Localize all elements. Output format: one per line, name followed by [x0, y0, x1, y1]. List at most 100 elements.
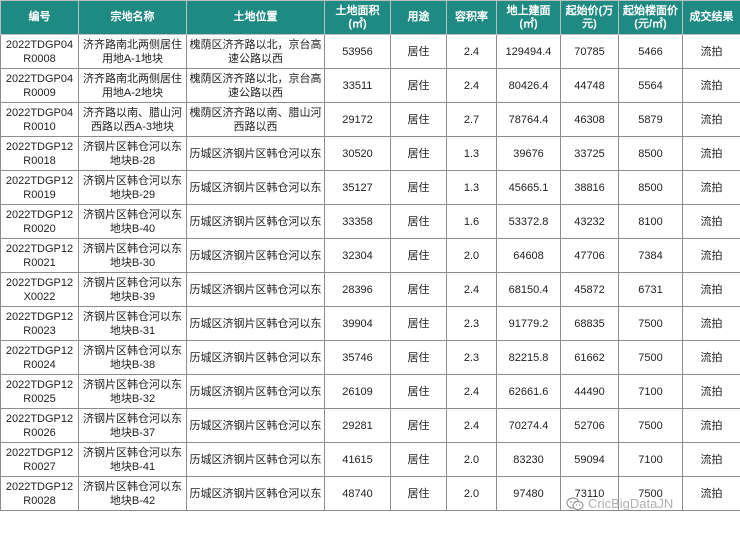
land-area-cell: 28396: [324, 272, 391, 307]
parcel-location-cell: 槐荫区济齐路以北，京台高速公路以西: [186, 68, 325, 103]
start-price-cell: 47706: [560, 238, 619, 273]
deal-result-cell: 流拍: [682, 272, 740, 307]
parcel-id-cell: 2022TDGP12R0020: [0, 204, 79, 239]
parcel-name-cell: 济钢片区韩仓河以东地块B-31: [78, 306, 187, 341]
column-header: 土地位置: [186, 0, 325, 35]
start-floor-price-cell: 7500: [618, 306, 683, 341]
column-header: 容积率: [446, 0, 497, 35]
floor-area-cell: 80426.4: [496, 68, 561, 103]
parcel-id-cell: 2022TDGP12X0022: [0, 272, 79, 307]
deal-result-cell: 流拍: [682, 408, 740, 443]
parcel-name-cell: 济钢片区韩仓河以东地块B-39: [78, 272, 187, 307]
floor-area-cell: 45665.1: [496, 170, 561, 205]
start-floor-price-cell: 5879: [618, 102, 683, 137]
plot-ratio-cell: 2.4: [446, 374, 497, 409]
start-floor-price-cell: 7100: [618, 442, 683, 477]
parcel-location-cell: 历城区济钢片区韩仓河以东: [186, 306, 325, 341]
deal-result-cell: 流拍: [682, 238, 740, 273]
start-price-cell: 44490: [560, 374, 619, 409]
watermark: CricBigDataJN: [566, 496, 673, 511]
start-floor-price-cell: 5564: [618, 68, 683, 103]
parcel-name-cell: 济钢片区韩仓河以东地块B-42: [78, 476, 187, 511]
parcel-location-cell: 历城区济钢片区韩仓河以东: [186, 170, 325, 205]
deal-result-cell: 流拍: [682, 136, 740, 171]
plot-ratio-cell: 2.0: [446, 442, 497, 477]
plot-ratio-cell: 1.3: [446, 136, 497, 171]
land-use-cell: 居住: [390, 476, 447, 511]
plot-ratio-cell: 2.7: [446, 102, 497, 137]
parcel-id-cell: 2022TDGP04R0009: [0, 68, 79, 103]
parcel-location-cell: 槐荫区济齐路以北，京台高速公路以西: [186, 34, 325, 69]
column-header: 成交结果: [682, 0, 740, 35]
start-floor-price-cell: 8500: [618, 170, 683, 205]
table-header: 编号 宗地名称 土地位置 土地面积(㎡) 用途 容积率 地上建面(㎡) 起始价(万元) 起始楼面…: [0, 0, 740, 35]
land-use-cell: 居住: [390, 408, 447, 443]
page: 编号 宗地名称 土地位置 土地面积(㎡) 用途 容积率 地上建面(㎡) 起始价(万元) 起始楼面…: [0, 0, 740, 539]
parcel-name-cell: 济钢片区韩仓河以东地块B-40: [78, 204, 187, 239]
land-area-cell: 30520: [324, 136, 391, 171]
floor-area-cell: 82215.8: [496, 340, 561, 375]
land-area-cell: 35746: [324, 340, 391, 375]
land-use-cell: 居住: [390, 102, 447, 137]
deal-result-cell: 流拍: [682, 68, 740, 103]
start-floor-price-cell: 7500: [618, 408, 683, 443]
floor-area-cell: 64608: [496, 238, 561, 273]
parcel-id-cell: 2022TDGP12R0021: [0, 238, 79, 273]
plot-ratio-cell: 2.4: [446, 408, 497, 443]
land-use-cell: 居住: [390, 272, 447, 307]
start-price-cell: 52706: [560, 408, 619, 443]
parcel-location-cell: 历城区济钢片区韩仓河以东: [186, 374, 325, 409]
land-area-cell: 29172: [324, 102, 391, 137]
parcel-location-cell: 历城区济钢片区韩仓河以东: [186, 204, 325, 239]
start-price-cell: 46308: [560, 102, 619, 137]
start-price-cell: 45872: [560, 272, 619, 307]
deal-result-cell: 流拍: [682, 204, 740, 239]
start-price-cell: 59094: [560, 442, 619, 477]
column-header: 用途: [390, 0, 447, 35]
start-price-cell: 38816: [560, 170, 619, 205]
table-row: 2022TDGP04R0009 济齐路南北两侧居住用地A-2地块 槐荫区济齐路以北，…: [0, 68, 740, 103]
land-area-cell: 35127: [324, 170, 391, 205]
column-header: 宗地名称: [78, 0, 187, 35]
plot-ratio-cell: 2.4: [446, 272, 497, 307]
parcel-location-cell: 历城区济钢片区韩仓河以东: [186, 272, 325, 307]
parcel-name-cell: 济钢片区韩仓河以东地块B-41: [78, 442, 187, 477]
parcel-name-cell: 济钢片区韩仓河以东地块B-29: [78, 170, 187, 205]
parcel-location-cell: 历城区济钢片区韩仓河以东: [186, 476, 325, 511]
table-row: 2022TDGP12R0020 济钢片区韩仓河以东地块B-40 历城区济钢片区韩仓河…: [0, 204, 740, 239]
floor-area-cell: 70274.4: [496, 408, 561, 443]
parcel-location-cell: 历城区济钢片区韩仓河以东: [186, 442, 325, 477]
plot-ratio-cell: 1.6: [446, 204, 497, 239]
floor-area-cell: 78764.4: [496, 102, 561, 137]
parcel-name-cell: 济钢片区韩仓河以东地块B-30: [78, 238, 187, 273]
land-use-cell: 居住: [390, 340, 447, 375]
land-area-cell: 41615: [324, 442, 391, 477]
parcel-location-cell: 历城区济钢片区韩仓河以东: [186, 238, 325, 273]
table-row: 2022TDGP12R0018 济钢片区韩仓河以东地块B-28 历城区济钢片区韩仓河…: [0, 136, 740, 171]
land-use-cell: 居住: [390, 306, 447, 341]
floor-area-cell: 62661.6: [496, 374, 561, 409]
parcel-name-cell: 济钢片区韩仓河以东地块B-38: [78, 340, 187, 375]
land-use-cell: 居住: [390, 68, 447, 103]
land-area-cell: 48740: [324, 476, 391, 511]
parcel-id-cell: 2022TDGP12R0026: [0, 408, 79, 443]
table-row: 2022TDGP12R0026 济钢片区韩仓河以东地块B-37 历城区济钢片区韩仓河…: [0, 408, 740, 443]
parcel-id-cell: 2022TDGP04R0010: [0, 102, 79, 137]
parcel-id-cell: 2022TDGP12R0025: [0, 374, 79, 409]
table-row: 2022TDGP12R0027 济钢片区韩仓河以东地块B-41 历城区济钢片区韩仓河…: [0, 442, 740, 477]
column-header: 地上建面(㎡): [496, 0, 561, 35]
start-floor-price-cell: 5466: [618, 34, 683, 69]
floor-area-cell: 91779.2: [496, 306, 561, 341]
floor-area-cell: 53372.8: [496, 204, 561, 239]
start-price-cell: 70785: [560, 34, 619, 69]
parcel-location-cell: 历城区济钢片区韩仓河以东: [186, 408, 325, 443]
parcel-location-cell: 槐荫区济齐路以南、腊山河西路以西: [186, 102, 325, 137]
parcel-id-cell: 2022TDGP12R0023: [0, 306, 79, 341]
land-use-cell: 居住: [390, 204, 447, 239]
start-price-cell: 61662: [560, 340, 619, 375]
plot-ratio-cell: 2.4: [446, 34, 497, 69]
start-floor-price-cell: 6731: [618, 272, 683, 307]
land-area-cell: 33511: [324, 68, 391, 103]
column-header: 编号: [0, 0, 79, 35]
wechat-icon: [566, 496, 584, 510]
